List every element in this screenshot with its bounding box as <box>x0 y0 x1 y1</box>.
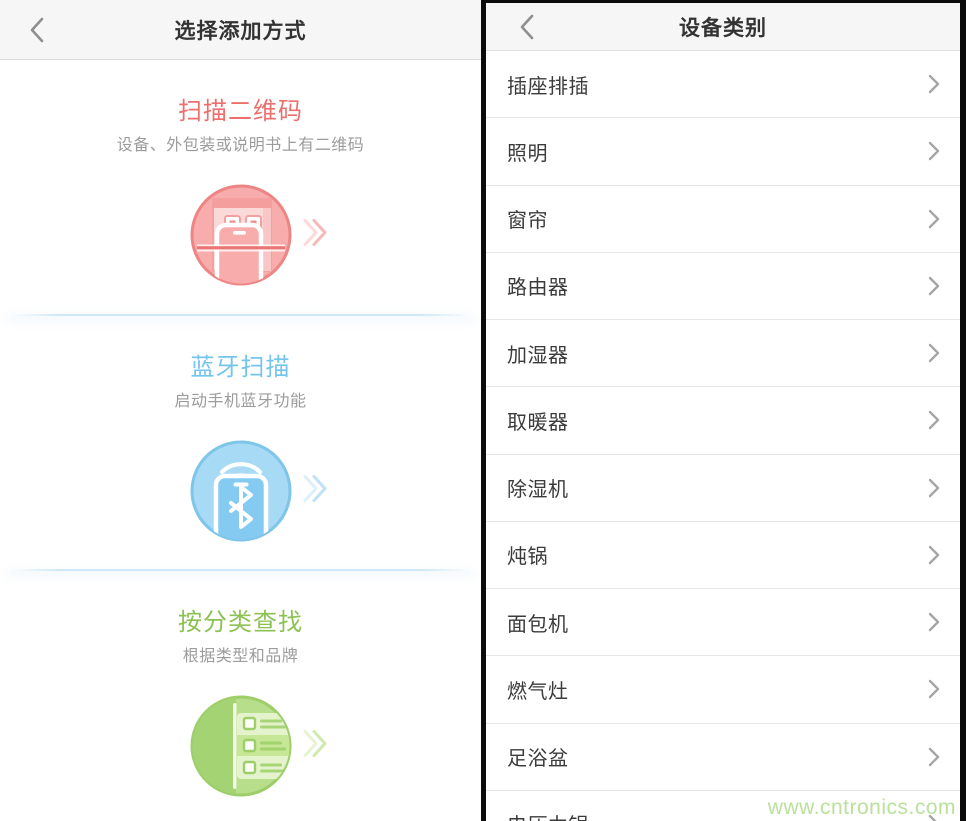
list-item-router[interactable]: 路由器 <box>486 253 960 320</box>
qr-method-subtitle: 设备、外包装或说明书上有二维码 <box>117 135 365 157</box>
chevron-left-icon <box>28 16 46 44</box>
item-label: 除湿机 <box>507 473 569 502</box>
item-label: 炖锅 <box>507 540 548 569</box>
page-title: 选择添加方式 <box>175 15 307 45</box>
double-chevron-right-icon <box>301 471 329 512</box>
list-item-plug-strip[interactable]: 插座排插 <box>486 51 960 118</box>
list-item-lighting[interactable]: 照明 <box>486 118 960 185</box>
chevron-right-icon <box>928 276 940 296</box>
chevron-right-icon <box>928 343 940 363</box>
bluetooth-method-title: 蓝牙扫描 <box>191 353 291 383</box>
qr-icon-block[interactable] <box>189 183 293 287</box>
chevron-right-icon <box>928 612 940 632</box>
chevron-right-icon <box>928 478 940 498</box>
chevron-right-icon <box>928 209 940 229</box>
screenshot-frame-right <box>960 0 966 821</box>
device-category-screen: 设备类别 插座排插 照明 窗帘 路由器 <box>486 3 960 821</box>
chevron-right-icon <box>928 410 940 430</box>
list-item-gas-stove[interactable]: 燃气灶 <box>486 656 960 723</box>
back-button[interactable] <box>20 0 54 59</box>
item-label: 面包机 <box>507 608 569 637</box>
qr-scan-phone-icon <box>189 183 293 287</box>
chevron-right-icon <box>928 545 940 565</box>
list-item-heater[interactable]: 取暖器 <box>486 387 960 454</box>
bluetooth-phone-icon <box>189 439 293 543</box>
qr-method-title: 扫描二维码 <box>178 97 303 127</box>
bluetooth-icon-block[interactable] <box>189 439 293 543</box>
item-label: 加湿器 <box>507 339 569 368</box>
item-label: 取暖器 <box>507 406 569 435</box>
page-title: 设备类别 <box>679 12 767 42</box>
category-method-subtitle: 根据类型和品牌 <box>183 646 299 668</box>
item-label: 足浴盆 <box>507 742 569 771</box>
category-icon-block[interactable] <box>189 694 293 798</box>
list-item-dehumidifier[interactable]: 除湿机 <box>486 455 960 522</box>
method-qr-scan[interactable]: 扫描二维码 设备、外包装或说明书上有二维码 <box>0 60 481 314</box>
two-screenshot-collage: 选择添加方式 扫描二维码 设备、外包装或说明书上有二维码 <box>0 0 966 821</box>
add-method-screen: 选择添加方式 扫描二维码 设备、外包装或说明书上有二维码 <box>0 0 481 821</box>
item-label: 燃气灶 <box>507 675 569 704</box>
item-label: 插座排插 <box>507 70 589 99</box>
device-category-list: 插座排插 照明 窗帘 路由器 <box>486 51 960 821</box>
chevron-right-icon <box>928 74 940 94</box>
back-button[interactable] <box>510 3 544 50</box>
category-checklist-icon <box>189 694 293 798</box>
item-label: 电压力锅 <box>507 809 589 821</box>
list-item-stew-pot[interactable]: 炖锅 <box>486 522 960 589</box>
list-item-humidifier[interactable]: 加湿器 <box>486 320 960 387</box>
chevron-right-icon <box>928 679 940 699</box>
method-category-search[interactable]: 按分类查找 根据类型和品牌 <box>0 571 481 821</box>
site-watermark: www.cntronics.com <box>768 796 956 820</box>
bluetooth-method-subtitle: 启动手机蓝牙功能 <box>174 391 306 413</box>
item-label: 窗帘 <box>507 204 548 233</box>
double-chevron-right-icon <box>301 726 329 767</box>
list-item-curtain[interactable]: 窗帘 <box>486 186 960 253</box>
chevron-left-icon <box>518 13 536 41</box>
method-bluetooth-scan[interactable]: 蓝牙扫描 启动手机蓝牙功能 <box>0 316 481 569</box>
item-label: 路由器 <box>507 271 569 300</box>
left-header: 选择添加方式 <box>0 0 481 60</box>
item-label: 照明 <box>507 137 548 166</box>
category-method-title: 按分类查找 <box>178 608 303 638</box>
list-item-foot-bath[interactable]: 足浴盆 <box>486 724 960 791</box>
right-header: 设备类别 <box>486 3 960 51</box>
chevron-right-icon <box>928 141 940 161</box>
chevron-right-icon <box>928 747 940 767</box>
double-chevron-right-icon <box>301 215 329 256</box>
list-item-bread-maker[interactable]: 面包机 <box>486 589 960 656</box>
